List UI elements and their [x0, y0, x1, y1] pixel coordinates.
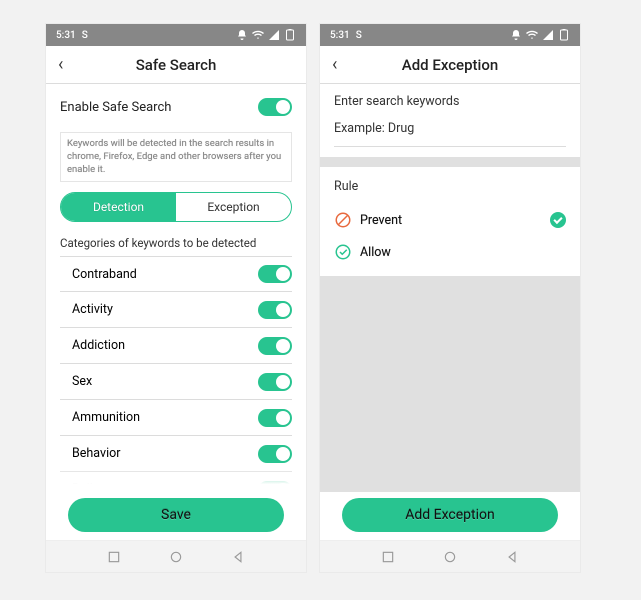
nav-home-icon[interactable]: [443, 550, 457, 564]
page-title: Add Exception: [356, 56, 544, 74]
nav-home-icon[interactable]: [169, 550, 183, 564]
category-label: Bully: [72, 482, 99, 492]
status-icons: [510, 29, 570, 41]
content: Enter search keywords Example: Drug Rule…: [320, 84, 580, 540]
category-label: Addiction: [72, 338, 125, 353]
enable-safe-search-toggle[interactable]: [258, 98, 292, 116]
rule-allow-row[interactable]: Allow: [334, 236, 566, 268]
screen-add-exception: 5:31 S ‹ Add Exception Enter search keyw…: [320, 24, 580, 572]
categories-list[interactable]: Contraband Activity Addiction Sex Ammuni…: [60, 256, 292, 492]
category-label: Behavior: [72, 446, 120, 461]
category-toggle[interactable]: [258, 265, 292, 283]
android-nav-bar: [320, 540, 580, 572]
status-time: 5:31: [330, 30, 350, 41]
app-bar: ‹ Add Exception: [320, 46, 580, 84]
status-carrier: S: [82, 30, 88, 41]
enable-safe-search-row: Enable Safe Search: [60, 90, 292, 124]
description-text: Keywords will be detected in the search …: [60, 132, 292, 182]
prevent-icon: [334, 211, 352, 229]
enable-safe-search-label: Enable Safe Search: [60, 100, 258, 115]
category-label: Sex: [72, 374, 92, 389]
category-row: Addiction: [60, 328, 292, 364]
tab-switch: Detection Exception: [60, 192, 292, 222]
section-divider: [320, 157, 580, 167]
nav-back-icon[interactable]: [231, 550, 245, 564]
signal-icon: [542, 29, 554, 41]
category-row: Bully: [60, 472, 292, 492]
rule-prevent-label: Prevent: [360, 213, 402, 228]
keyword-prompt: Enter search keywords: [334, 84, 566, 121]
category-toggle[interactable]: [258, 481, 292, 492]
allow-icon: [334, 243, 352, 261]
wifi-icon: [252, 29, 264, 41]
content: Enable Safe Search Keywords will be dete…: [46, 84, 306, 540]
app-bar: ‹ Safe Search: [46, 46, 306, 84]
status-time: 5:31: [56, 30, 76, 41]
back-button[interactable]: ‹: [332, 54, 356, 75]
nav-back-icon[interactable]: [505, 550, 519, 564]
categories-subheader: Categories of keywords to be detected: [60, 236, 292, 250]
signal-icon: [268, 29, 280, 41]
category-label: Ammunition: [72, 410, 140, 425]
category-row: Contraband: [60, 256, 292, 292]
battery-icon: [284, 29, 296, 41]
category-label: Activity: [72, 302, 113, 317]
status-bar: 5:31 S: [46, 24, 306, 46]
screen-safe-search: 5:31 S ‹ Safe Search Enable Safe Search …: [46, 24, 306, 572]
rule-prevent-row[interactable]: Prevent: [334, 204, 566, 236]
category-row: Behavior: [60, 436, 292, 472]
battery-icon: [558, 29, 570, 41]
keyword-input[interactable]: Example: Drug: [334, 121, 566, 147]
empty-area: [320, 276, 580, 492]
nav-recent-icon[interactable]: [381, 550, 395, 564]
nav-recent-icon[interactable]: [107, 550, 121, 564]
tab-exception[interactable]: Exception: [176, 193, 291, 221]
category-row: Activity: [60, 292, 292, 328]
status-icons: [236, 29, 296, 41]
category-toggle[interactable]: [258, 301, 292, 319]
bell-icon: [236, 29, 248, 41]
page-title: Safe Search: [82, 56, 270, 74]
category-toggle[interactable]: [258, 373, 292, 391]
save-button[interactable]: Save: [68, 498, 284, 532]
category-toggle[interactable]: [258, 409, 292, 427]
status-bar: 5:31 S: [320, 24, 580, 46]
rule-selected-check-icon: [550, 212, 566, 228]
tab-detection[interactable]: Detection: [61, 193, 176, 221]
wifi-icon: [526, 29, 538, 41]
rule-allow-label: Allow: [360, 245, 391, 260]
add-exception-button[interactable]: Add Exception: [342, 498, 558, 532]
status-carrier: S: [356, 30, 362, 41]
category-label: Contraband: [72, 267, 137, 282]
category-toggle[interactable]: [258, 337, 292, 355]
back-button[interactable]: ‹: [58, 54, 82, 75]
category-row: Ammunition: [60, 400, 292, 436]
category-toggle[interactable]: [258, 445, 292, 463]
category-row: Sex: [60, 364, 292, 400]
android-nav-bar: [46, 540, 306, 572]
rule-header: Rule: [334, 179, 566, 194]
bell-icon: [510, 29, 522, 41]
